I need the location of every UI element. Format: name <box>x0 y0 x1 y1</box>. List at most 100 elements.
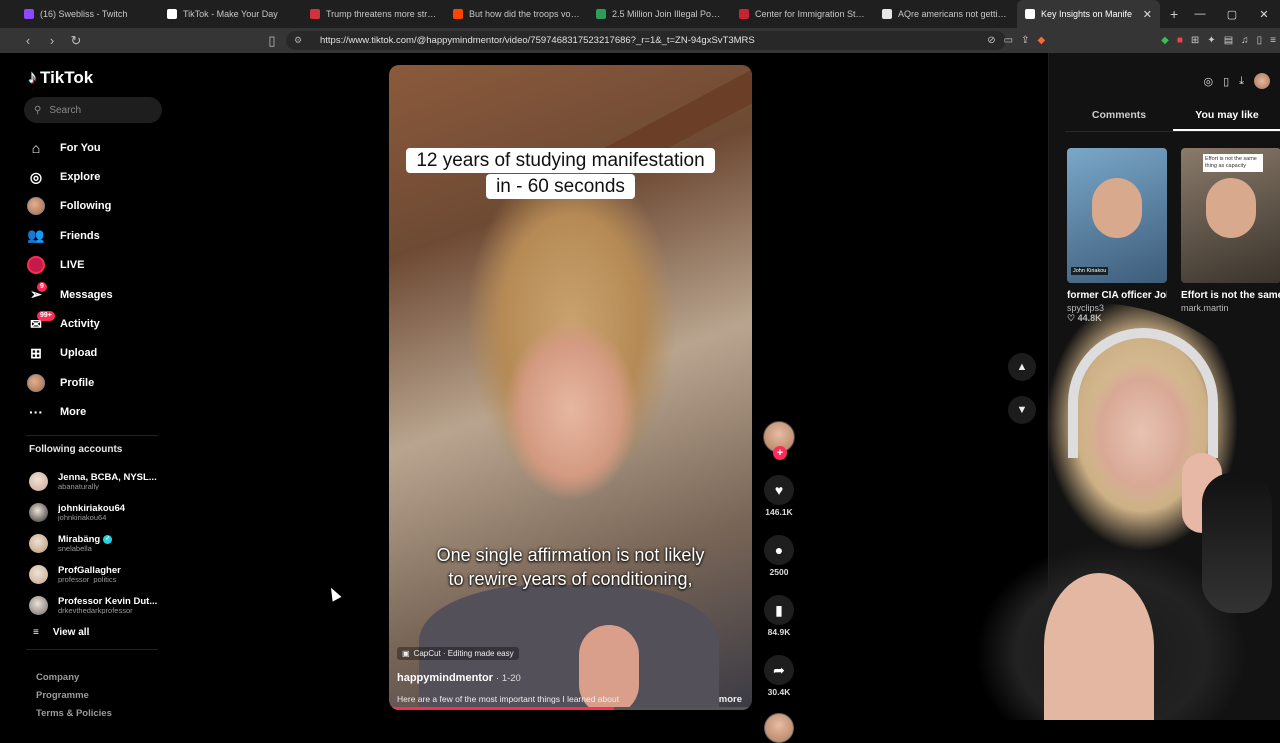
sidebar-item-friends[interactable]: 👥 Friends <box>26 221 166 250</box>
following-account-item[interactable]: ProfGallagher professor_politics <box>29 559 164 590</box>
sidebar-item-upload[interactable]: ⊞ Upload <box>26 339 166 368</box>
like-action[interactable]: ♥ 146.1K <box>760 475 798 517</box>
video-author[interactable]: happymindmentor · 1-20 <box>397 672 742 684</box>
video-progress-bar[interactable] <box>389 707 752 710</box>
video-thumbnail[interactable]: Effort is not the same thing as capacity <box>1181 148 1280 283</box>
sidebar-item-label: LIVE <box>60 259 85 272</box>
following-account-item[interactable]: johnkiriakou64 johnkiriakou64 <box>29 497 164 528</box>
sidebar-item-for-you[interactable]: ⌂ For You <box>26 133 166 162</box>
notification-badge: 9 <box>37 281 47 292</box>
extension-green-icon[interactable]: ◆ <box>1161 35 1169 46</box>
more-button[interactable]: more <box>719 694 742 705</box>
video-date: · 1-20 <box>496 673 521 684</box>
maximize-button[interactable]: ▢ <box>1216 8 1248 21</box>
video-meta: ▣ CapCut · Editing made easy happymindme… <box>397 643 742 705</box>
browser-tab[interactable]: Center for Immigration Studie <box>731 0 874 28</box>
sidebar-item-activity[interactable]: ✉ 99+ Activity <box>26 309 166 338</box>
following-account-item[interactable]: Jenna, BCBA, NYSL... abanaturally <box>29 466 164 497</box>
profile-avatar-icon <box>26 373 46 393</box>
share-icon[interactable]: ⇪ <box>1021 35 1029 46</box>
tab-favicon-icon <box>167 9 177 19</box>
heart-icon[interactable]: ♥ <box>764 475 794 505</box>
cast-icon[interactable]: ▭ <box>1004 35 1013 46</box>
footer-link[interactable]: Programme <box>36 687 112 705</box>
close-tab-icon[interactable]: ✕ <box>1143 8 1152 21</box>
site-info-icon[interactable]: ⚙ <box>294 35 306 46</box>
user-avatar[interactable] <box>1254 73 1270 89</box>
address-bar[interactable]: ⚙ https://www.tiktok.com/@happymindmento… <box>286 31 1006 50</box>
like-count: 146.1K <box>765 507 793 517</box>
live-icon <box>26 255 46 275</box>
footer-link[interactable]: Company <box>36 669 112 687</box>
creator-avatar[interactable]: + <box>763 421 795 460</box>
footer-link[interactable]: Terms & Policies <box>36 705 112 723</box>
search-icon: ⚲ <box>34 104 42 116</box>
avatar <box>27 373 45 392</box>
tab-you-may-like[interactable]: You may like <box>1173 109 1280 131</box>
view-all-button[interactable]: ≡ View all <box>33 627 89 638</box>
extensions-area: ⊘ ▭ ⇪ ◆ ◆ ■ ⊞ ✦ ▤ ♫ ▯ ≡ <box>987 28 1276 53</box>
comment-icon[interactable]: ● <box>764 535 794 565</box>
bookmark-save-icon[interactable]: ▮ <box>764 595 794 625</box>
following-account-item[interactable]: Mirabäng ✓ snelabella <box>29 528 164 559</box>
reload-button[interactable]: ↻ <box>66 33 86 49</box>
verified-icon: ✓ <box>103 535 113 545</box>
account-names: johnkiriakou64 johnkiriakou64 <box>58 504 125 522</box>
browser-tab[interactable]: But how did the troops vote? <box>445 0 588 28</box>
sidebar-item-messages[interactable]: ➢ 9 Messages <box>26 280 166 309</box>
bookmark-icon[interactable]: ▯ <box>262 33 282 49</box>
compass-tool-icon[interactable]: ◎ <box>1203 75 1213 88</box>
browser-tab[interactable]: Trump threatens more strikes o <box>302 0 445 28</box>
live-dot <box>27 256 45 275</box>
follow-plus-icon[interactable]: + <box>773 446 787 460</box>
tab-title: AQre americans not getting d <box>898 9 1009 19</box>
share-action[interactable]: ➦ 30.4K <box>760 655 798 697</box>
video-caption-top: 12 years of studying manifestation in - … <box>405 148 716 200</box>
minimize-button[interactable]: — <box>1184 8 1216 20</box>
download-icon[interactable]: ⤓ <box>1239 75 1244 88</box>
back-button[interactable]: ‹ <box>18 33 38 48</box>
extension-red-icon[interactable]: ■ <box>1177 35 1183 46</box>
sidebar-icon[interactable]: ▤ <box>1224 35 1233 46</box>
close-window-button[interactable]: ✕ <box>1248 8 1280 21</box>
search-input[interactable]: ⚲ Search <box>24 97 162 123</box>
save-action[interactable]: ▮ 84.9K <box>760 595 798 637</box>
video-thumbnail[interactable]: John Kiriakou <box>1067 148 1167 283</box>
right-panel-tools: ◎ ▯ ⤓ <box>1203 73 1270 89</box>
following-account-item[interactable]: Professor Kevin Dut... drkevthedarkprofes… <box>29 590 164 621</box>
sidebar-item-label: Profile <box>60 376 95 389</box>
browser-tab[interactable]: AQre americans not getting d <box>874 0 1017 28</box>
sidebar-item-following[interactable]: Following <box>26 192 166 221</box>
sidebar-item-live[interactable]: LIVE <box>26 251 166 280</box>
device-icon[interactable]: ▯ <box>1223 75 1229 88</box>
forward-button[interactable]: › <box>42 33 62 48</box>
comment-action[interactable]: ● 2500 <box>760 535 798 577</box>
search-placeholder: Search <box>49 104 82 116</box>
browser-tab[interactable]: TikTok - Make Your Day <box>159 0 302 28</box>
menu-icon[interactable]: ≡ <box>1270 35 1276 46</box>
sidebar-item-more[interactable]: ··· More <box>26 398 166 427</box>
extension-grid-icon[interactable]: ⊞ <box>1191 35 1199 46</box>
video-player[interactable]: 12 years of studying manifestation in - … <box>389 65 752 710</box>
sound-disc-avatar[interactable] <box>764 713 794 743</box>
share-arrow-icon[interactable]: ➦ <box>764 655 794 685</box>
sidebar-item-profile[interactable]: Profile <box>26 368 166 397</box>
video-progress-fill <box>389 707 615 710</box>
browser-tab[interactable]: Key Insights on Manife ✕ <box>1017 0 1160 28</box>
tab-comments[interactable]: Comments <box>1065 109 1173 131</box>
account-avatar <box>29 503 48 522</box>
tiktok-logo[interactable]: ♪ TikTok <box>28 67 93 88</box>
recommended-video-card[interactable]: Effort is not the same thing as capacity… <box>1181 148 1280 313</box>
reader-mode-icon[interactable]: ⊘ <box>987 35 995 46</box>
capcut-tag[interactable]: ▣ CapCut · Editing made easy <box>397 647 519 660</box>
account-username: johnkiriakou64 <box>58 512 107 522</box>
extensions-puzzle-icon[interactable]: ✦ <box>1207 35 1215 46</box>
sidebar-item-explore[interactable]: ◎ Explore <box>26 162 166 191</box>
wallet-icon[interactable]: ▯ <box>1257 35 1263 46</box>
media-icon[interactable]: ♫ <box>1241 35 1249 46</box>
save-count: 84.9K <box>767 627 791 637</box>
recommended-video-card[interactable]: John Kiriakou former CIA officer John kir… <box>1067 148 1167 324</box>
browser-tab[interactable]: (16) Swebliss - Twitch <box>16 0 159 28</box>
browser-tab[interactable]: 2.5 Million Join Illegal Populati <box>588 0 731 28</box>
brave-shield-icon[interactable]: ◆ <box>1037 35 1045 46</box>
